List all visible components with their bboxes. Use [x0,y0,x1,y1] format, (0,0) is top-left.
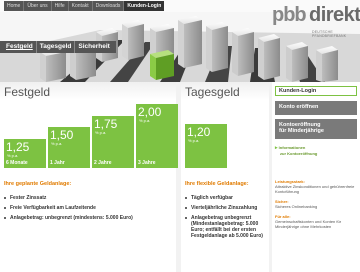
topnav-help[interactable]: Hilfe [52,1,69,11]
list-item: Fester Zinssatz [4,195,172,201]
rate-term: 2 Jahre [94,160,112,166]
tagesgeld-feature-list: Täglich verfügbar Vierteljährliche Zinsz… [185,195,267,243]
topnav-customer-login[interactable]: Kunden-Login [124,1,165,11]
feature-block-performance: Leistungsstark: Attraktive Zinskondition… [275,179,359,194]
rate-term: 3 Jahre [138,160,156,166]
festgeld-subhead: Ihre geplante Geldanlage: [4,181,72,187]
feature-text: Attraktive Zinskonditionen und gebührenf… [275,184,355,194]
topnav-downloads[interactable]: Downloads [93,1,125,11]
tagesgeld-rate-box[interactable]: 1,20 % p.a. [185,124,227,168]
tab-sicherheit[interactable]: Sicherheit [75,41,112,53]
festgeld-title: Festgeld [0,82,176,100]
feature-text: Sicheres Onlinebanking [275,204,318,209]
logo-subtitle-line2: PFANDBRIEFBANK [312,34,347,38]
tagesgeld-subhead: Ihre flexible Geldanlage: [185,181,249,187]
tab-tagesgeld[interactable]: Tagesgeld [37,41,76,53]
sidebar: Kunden-Login Konto eröffnen Kontoeröffnu… [272,82,360,272]
rate-value: 2,00 [138,105,162,119]
logo-subtitle: DEUTSCHE PFANDBRIEFBANK [312,30,346,38]
festgeld-feature-list: Fester Zinssatz Freie Verfügbarkeit am L… [4,195,172,225]
rate-term: 1 Jahr [50,160,65,166]
rate-bar-1-jahr[interactable]: 1,50 % p.a. 1 Jahr [48,127,90,168]
pbbdirekt-logo[interactable]: pbb direkt DEUTSCHE PFANDBRIEFBANK [272,4,360,42]
customer-login-button[interactable]: Kunden-Login [275,86,357,96]
minor-account-button[interactable]: Kontoeröffnung für Minderjährige [275,119,357,139]
info-link-line1: Informationen [278,145,306,150]
rate-bar-3-jahre[interactable]: 2,00 % p.a. 3 Jahre [136,104,178,168]
feature-block-for-all: Für alle: Gemeinschaftskonten und Konten… [275,214,359,229]
list-item: Anlagebetrag: unbegrenzt (mindestens: 5.… [4,215,172,221]
tagesgeld-title: Tagesgeld [181,82,269,100]
topnav-home[interactable]: Home [4,1,25,11]
feature-text: Gemeinschaftskonten und Konten für Minde… [275,219,342,229]
feature-block-security: Sicher: Sicheres Onlinebanking [275,199,359,209]
product-tabs: Festgeld Tagesgeld Sicherheit [0,41,116,53]
rate-term: 6 Monate [6,160,28,166]
tagesgeld-panel: Tagesgeld 1,20 % p.a. Ihre flexible Geld… [181,82,269,272]
rate-bar-6-monate[interactable]: 1,25 % p.a. 6 Monate [4,139,46,168]
list-item: Vierteljährliche Zinszahlung [185,205,267,211]
main-content: Festgeld 1,25 % p.a. 6 Monate 1,50 % p.a… [0,82,360,272]
rate-unit: % p.a. [139,118,151,123]
minor-account-label-line2: für Minderjährige [279,128,324,134]
header: Home Über uns Hilfe Kontakt Downloads Ku… [0,0,360,82]
rate-unit: % p.a. [7,153,19,158]
rate-unit: % p.a. [188,138,200,143]
info-link-line2: zur Kontoeröffnung [280,151,318,156]
arrow-right-icon: ▸ [275,145,278,151]
list-item: Freie Verfügbarkeit am Laufzeitende [4,205,172,211]
list-item: Täglich verfügbar [185,195,267,201]
topnav-contact[interactable]: Kontakt [69,1,93,11]
rate-value: 1,25 [6,140,30,154]
logo-direkt-text: direkt [309,4,360,26]
rate-value: 1,50 [50,128,74,142]
rate-bar-2-jahre[interactable]: 1,75 % p.a. 2 Jahre [92,116,134,168]
topnav-about[interactable]: Über uns [24,1,52,11]
rate-unit: % p.a. [95,130,107,135]
tab-festgeld[interactable]: Festgeld [3,41,37,53]
festgeld-panel: Festgeld 1,25 % p.a. 6 Monate 1,50 % p.a… [0,82,178,272]
logo-pbb-text: pbb [272,4,307,26]
festgeld-rate-bars: 1,25 % p.a. 6 Monate 1,50 % p.a. 1 Jahr … [0,102,178,168]
rate-value: 1,20 [187,125,211,139]
rate-value: 1,75 [94,117,118,131]
open-account-button[interactable]: Konto eröffnen [275,101,357,115]
account-info-link[interactable]: ▸ Informationen zur Kontoeröffnung [275,145,357,156]
rate-unit: % p.a. [51,141,63,146]
top-navigation: Home Über uns Hilfe Kontakt Downloads Ku… [4,1,165,11]
list-item: Anlagebetrag unbegrenzt (Mindestanlagebe… [185,215,267,239]
